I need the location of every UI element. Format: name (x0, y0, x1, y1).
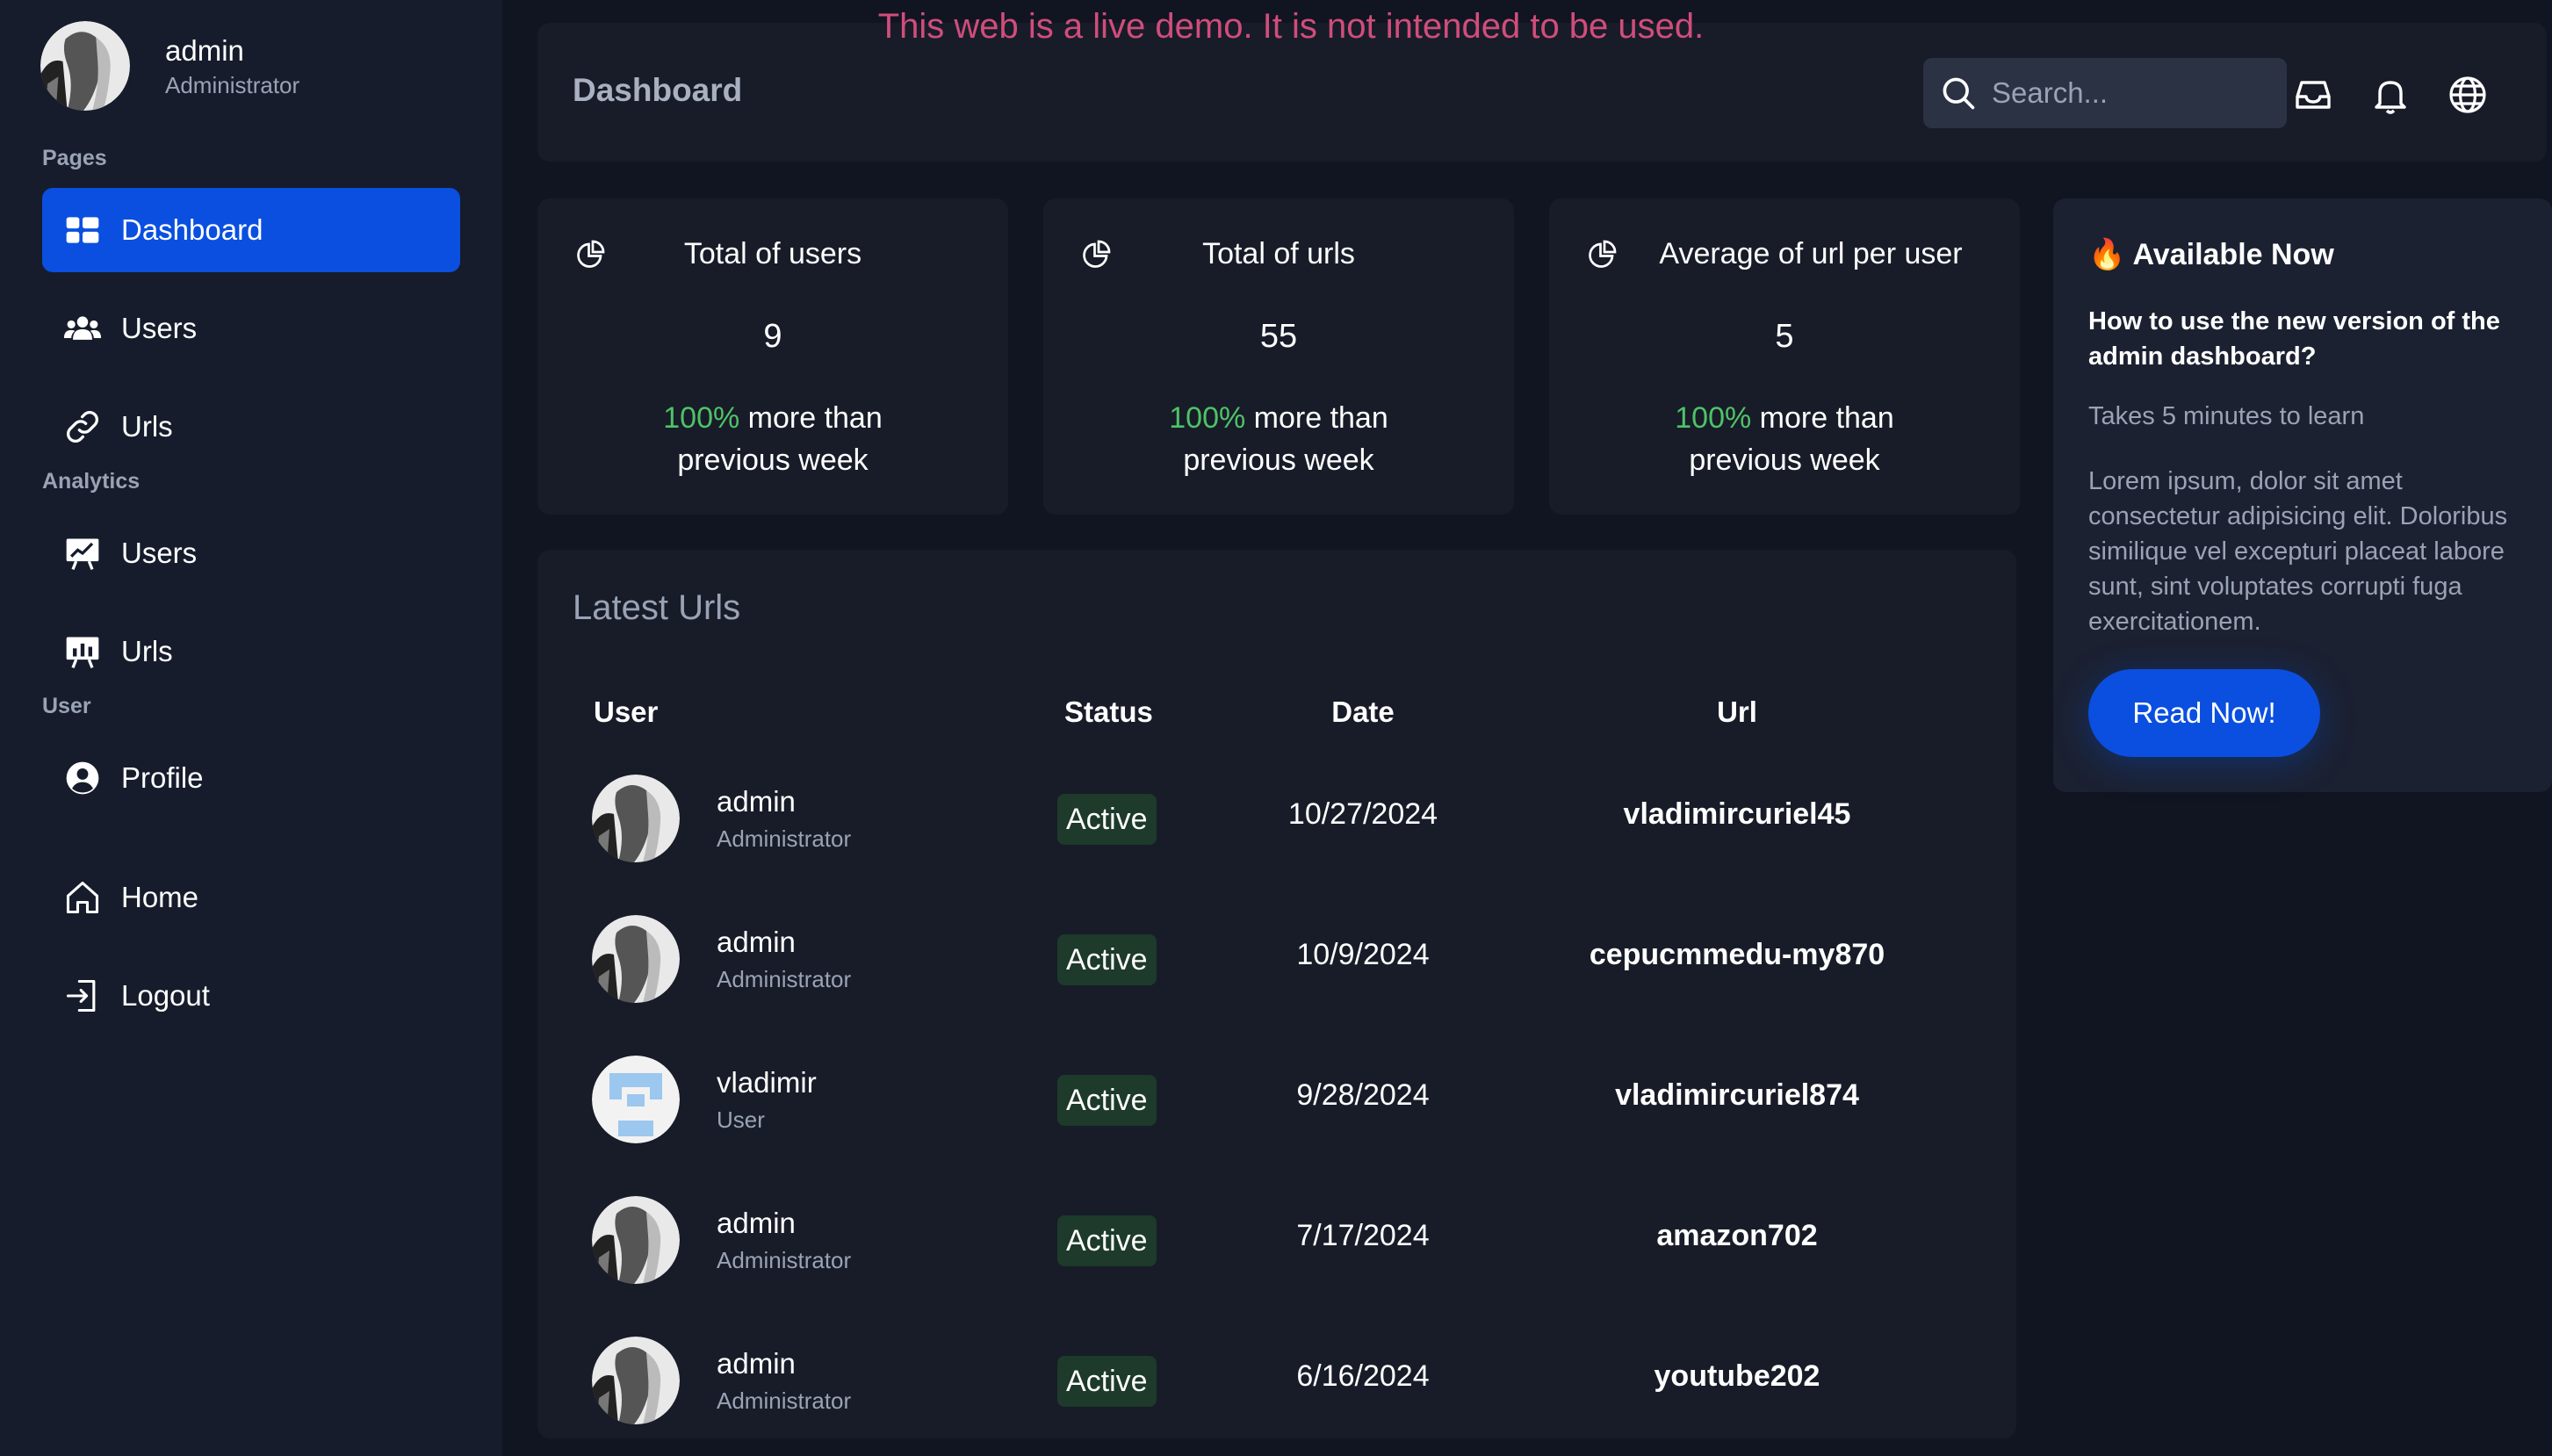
row-user-role: Administrator (717, 1388, 852, 1414)
search-input[interactable] (1992, 76, 2273, 110)
sidebar-item-label: Dashboard (121, 213, 263, 246)
row-url[interactable]: vladimircuriel45 (1556, 797, 1918, 832)
row-user-name: admin (717, 926, 796, 958)
sidebar-item-label: Urls (121, 635, 173, 667)
stat-card-users: Total of users 9 100% more than previous… (537, 198, 1008, 515)
sidebar-item-label: Urls (121, 410, 173, 443)
status-badge: Active (1057, 794, 1157, 845)
globe-icon[interactable] (2447, 74, 2489, 116)
sidebar-item-users[interactable]: Users (42, 286, 460, 371)
chart-board-icon (63, 534, 102, 573)
promo-body: Lorem ipsum, dolor sit amet consectetur … (2088, 467, 2508, 636)
stat-card-urls: Total of urls 55 100% more than previous… (1043, 198, 1514, 515)
table-row[interactable]: admin Administrator Active 7/17/2024 amazon7… (537, 1175, 2016, 1305)
search-icon (1943, 77, 1975, 110)
promo-time: Takes 5 minutes to learn (2088, 402, 2365, 430)
section-label-pages: Pages (42, 146, 107, 170)
row-url[interactable]: cepucmmedu-my870 (1556, 938, 1918, 972)
row-date: 7/17/2024 (1296, 1219, 1430, 1252)
sidebar-item-label: Logout (121, 979, 210, 1012)
search-box[interactable] (1923, 58, 2287, 128)
avatar (592, 1337, 680, 1424)
table-row[interactable]: admin Administrator Active 10/27/2024 vladim… (537, 753, 2016, 883)
promo-card: 🔥 Available Now How to use the new versi… (2053, 198, 2552, 792)
stat-title: Total of urls (1202, 237, 1355, 270)
avatar (592, 775, 680, 862)
read-now-button[interactable]: Read Now! (2088, 669, 2320, 757)
table-row[interactable]: vladimir User Active 9/28/2024 vladimircurie… (537, 1034, 2016, 1164)
status-badge: Active (1057, 1215, 1157, 1266)
sidebar-item-urls[interactable]: Urls (42, 385, 460, 469)
status-badge: Active (1057, 1356, 1157, 1407)
row-url[interactable]: amazon702 (1556, 1219, 1918, 1253)
sidebar-item-label: Home (121, 881, 199, 913)
row-user-role: Administrator (717, 1247, 852, 1273)
table-row[interactable]: admin Administrator Active 10/9/2024 cepucmm… (537, 894, 2016, 1024)
bar-chart-board-icon (63, 632, 102, 671)
column-header-status: Status (1064, 696, 1153, 728)
row-user-role: Administrator (717, 825, 852, 852)
avatar (592, 1056, 680, 1143)
panel-title: Latest Urls (573, 588, 741, 627)
row-url[interactable]: youtube202 (1556, 1359, 1918, 1394)
promo-question: How to use the new version of the admin … (2088, 307, 2500, 371)
stat-card-average: Average of url per user 5 100% more than… (1549, 198, 2020, 515)
sidebar-item-label: Profile (121, 761, 204, 794)
avatar (592, 1196, 680, 1284)
stat-trend: 100% more than previous week (1043, 397, 1514, 481)
row-user-name: vladimir (717, 1066, 817, 1099)
row-url[interactable]: vladimircuriel874 (1556, 1078, 1918, 1113)
sidebar-item-profile[interactable]: Profile (42, 736, 460, 820)
sidebar: admin Administrator Pages Dashboard User… (0, 0, 502, 1456)
status-badge: Active (1057, 934, 1157, 985)
sidebar-item-analytics-users[interactable]: Users (42, 511, 460, 595)
bell-icon[interactable] (2369, 74, 2411, 116)
stat-trend-percent: 100% (663, 401, 740, 435)
latest-urls-panel: Latest Urls User Status Date Url admin Ad… (537, 550, 2016, 1438)
row-user-name: admin (717, 1347, 796, 1380)
stat-trend-percent: 100% (1675, 401, 1752, 435)
avatar (592, 915, 680, 1003)
link-icon (63, 407, 102, 446)
page-title: Dashboard (573, 72, 743, 108)
section-label-user: User (42, 694, 91, 718)
column-header-user: User (594, 696, 659, 728)
row-user-name: admin (717, 785, 796, 818)
row-user-role: Administrator (717, 966, 852, 992)
users-icon (63, 309, 102, 348)
sidebar-item-logout[interactable]: Logout (42, 954, 460, 1038)
dashboard-icon (63, 211, 102, 249)
row-date: 10/27/2024 (1287, 797, 1438, 831)
sidebar-item-label: Users (121, 312, 198, 344)
demo-banner: This web is a live demo. It is not inten… (877, 7, 1705, 46)
home-icon (63, 878, 102, 917)
table-row[interactable]: admin Administrator Active 6/16/2024 youtube… (537, 1315, 2016, 1445)
stat-trend: 100% more than previous week (1549, 397, 2020, 481)
section-label-analytics: Analytics (42, 469, 141, 494)
row-date: 9/28/2024 (1296, 1078, 1430, 1112)
sidebar-item-analytics-urls[interactable]: Urls (42, 609, 460, 694)
promo-title: 🔥 Available Now (2088, 238, 2334, 271)
stat-value: 55 (1259, 318, 1298, 355)
row-user-name: admin (717, 1207, 796, 1239)
stat-value: 5 (1775, 318, 1794, 355)
stat-trend-percent: 100% (1169, 401, 1246, 435)
user-circle-icon (63, 759, 102, 797)
status-badge: Active (1057, 1075, 1157, 1126)
stat-title: Total of users (683, 237, 862, 270)
logout-icon (63, 977, 102, 1015)
row-date: 10/9/2024 (1296, 938, 1430, 971)
sidebar-item-home[interactable]: Home (42, 855, 460, 940)
stat-title: Average of url per user (1659, 237, 1963, 270)
column-header-url: Url (1717, 696, 1757, 728)
sidebar-item-label: Users (121, 537, 198, 569)
column-header-date: Date (1331, 696, 1395, 728)
row-user-role: User (717, 1106, 765, 1133)
sidebar-item-dashboard[interactable]: Dashboard (42, 188, 460, 272)
current-user-role: Administrator (165, 72, 300, 98)
row-date: 6/16/2024 (1296, 1359, 1430, 1393)
stat-trend: 100% more than previous week (537, 397, 1008, 481)
stat-value: 9 (763, 318, 782, 355)
inbox-icon[interactable] (2292, 74, 2334, 116)
